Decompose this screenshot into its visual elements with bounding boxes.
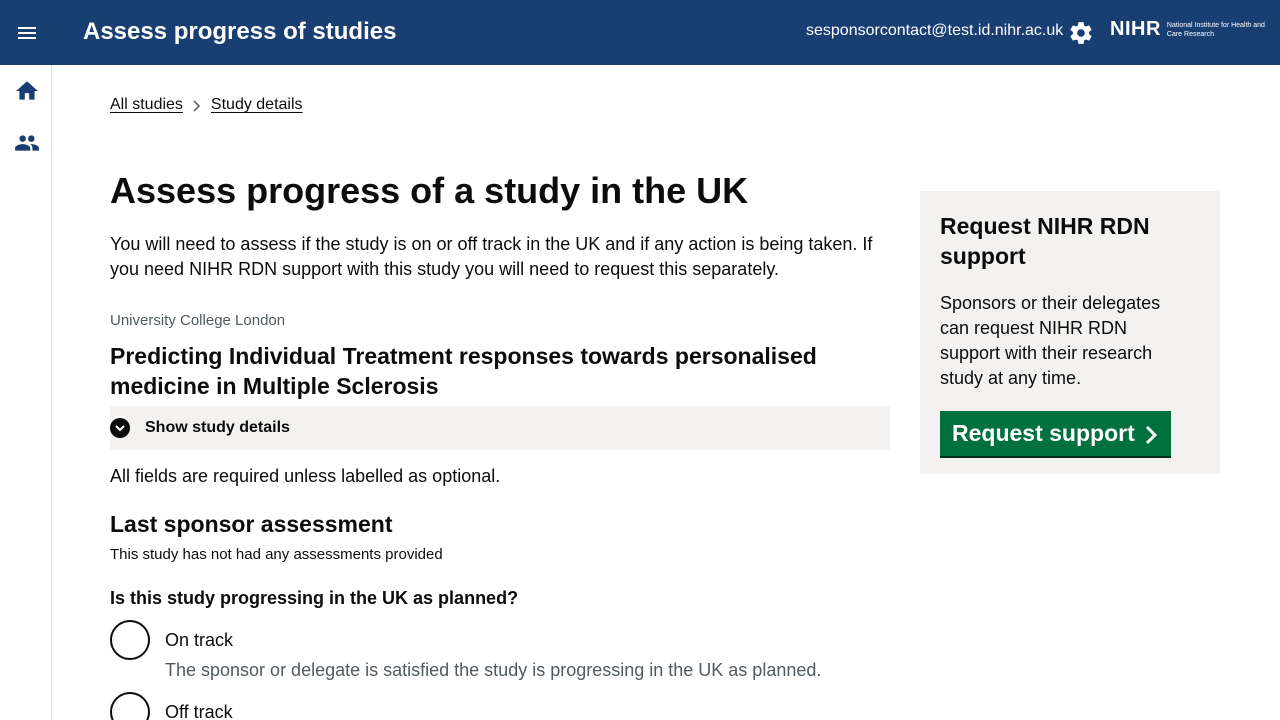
request-support-button[interactable]: Request support	[940, 411, 1171, 456]
request-support-label: Request support	[952, 420, 1135, 446]
off-track-radio[interactable]	[110, 692, 150, 720]
breadcrumb: All studies Study details	[110, 96, 303, 114]
study-title: Predicting Individual Treatment response…	[110, 343, 817, 399]
support-panel-body: Sponsors or their delegates can request …	[940, 293, 1161, 388]
intro-text: You will need to assess if the study is …	[110, 234, 873, 279]
support-panel-title: Request NIHR RDN support	[940, 213, 1150, 269]
user-email: sesponsorcontact@test.id.nihr.ac.uk	[806, 22, 1064, 39]
off-track-label: Off track	[165, 702, 233, 720]
home-icon[interactable]	[14, 78, 40, 104]
on-track-label: On track	[165, 630, 234, 650]
last-assessment-heading: Last sponsor assessment	[110, 511, 393, 537]
side-nav	[0, 65, 52, 720]
organisation-name: University College London	[110, 312, 286, 329]
nihr-logo: NIHR National Institute for Health and C…	[1110, 18, 1277, 41]
page-title: Assess progress of a study in the UK	[110, 170, 749, 211]
menu-icon[interactable]	[14, 20, 40, 46]
brand-subtitle: National Institute for Health and Care R…	[1166, 21, 1265, 38]
gear-icon[interactable]	[1068, 20, 1094, 46]
app-title: Assess progress of studies	[83, 18, 397, 45]
chevron-right-icon	[1145, 424, 1159, 444]
brand-mark: NIHR	[1110, 18, 1161, 40]
on-track-hint: The sponsor or delegate is satisfied the…	[165, 660, 822, 680]
show-study-details-toggle[interactable]: Show study details	[110, 406, 890, 450]
show-study-details-label: Show study details	[145, 419, 290, 436]
app-header: Assess progress of studies sesponsorcont…	[0, 0, 1280, 65]
support-panel: Request NIHR RDN support Sponsors or the…	[920, 191, 1220, 474]
last-assessment-text: This study has not had any assessments p…	[110, 546, 443, 563]
breadcrumb-study-details[interactable]: Study details	[211, 96, 303, 114]
chevron-down-circle-icon	[110, 418, 130, 438]
required-note: All fields are required unless labelled …	[110, 466, 501, 486]
on-track-radio[interactable]	[110, 620, 150, 660]
breadcrumb-all-studies[interactable]: All studies	[110, 96, 183, 114]
users-icon[interactable]	[14, 130, 40, 156]
progress-question: Is this study progressing in the UK as p…	[110, 588, 519, 608]
chevron-right-icon	[193, 99, 201, 112]
